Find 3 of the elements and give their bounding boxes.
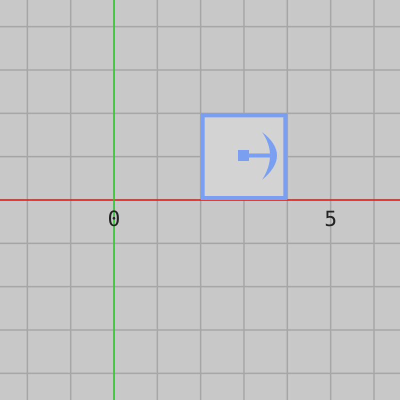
axis-label: 5 (324, 207, 337, 231)
node[interactable] (200, 113, 288, 200)
socket-icon (238, 132, 277, 180)
